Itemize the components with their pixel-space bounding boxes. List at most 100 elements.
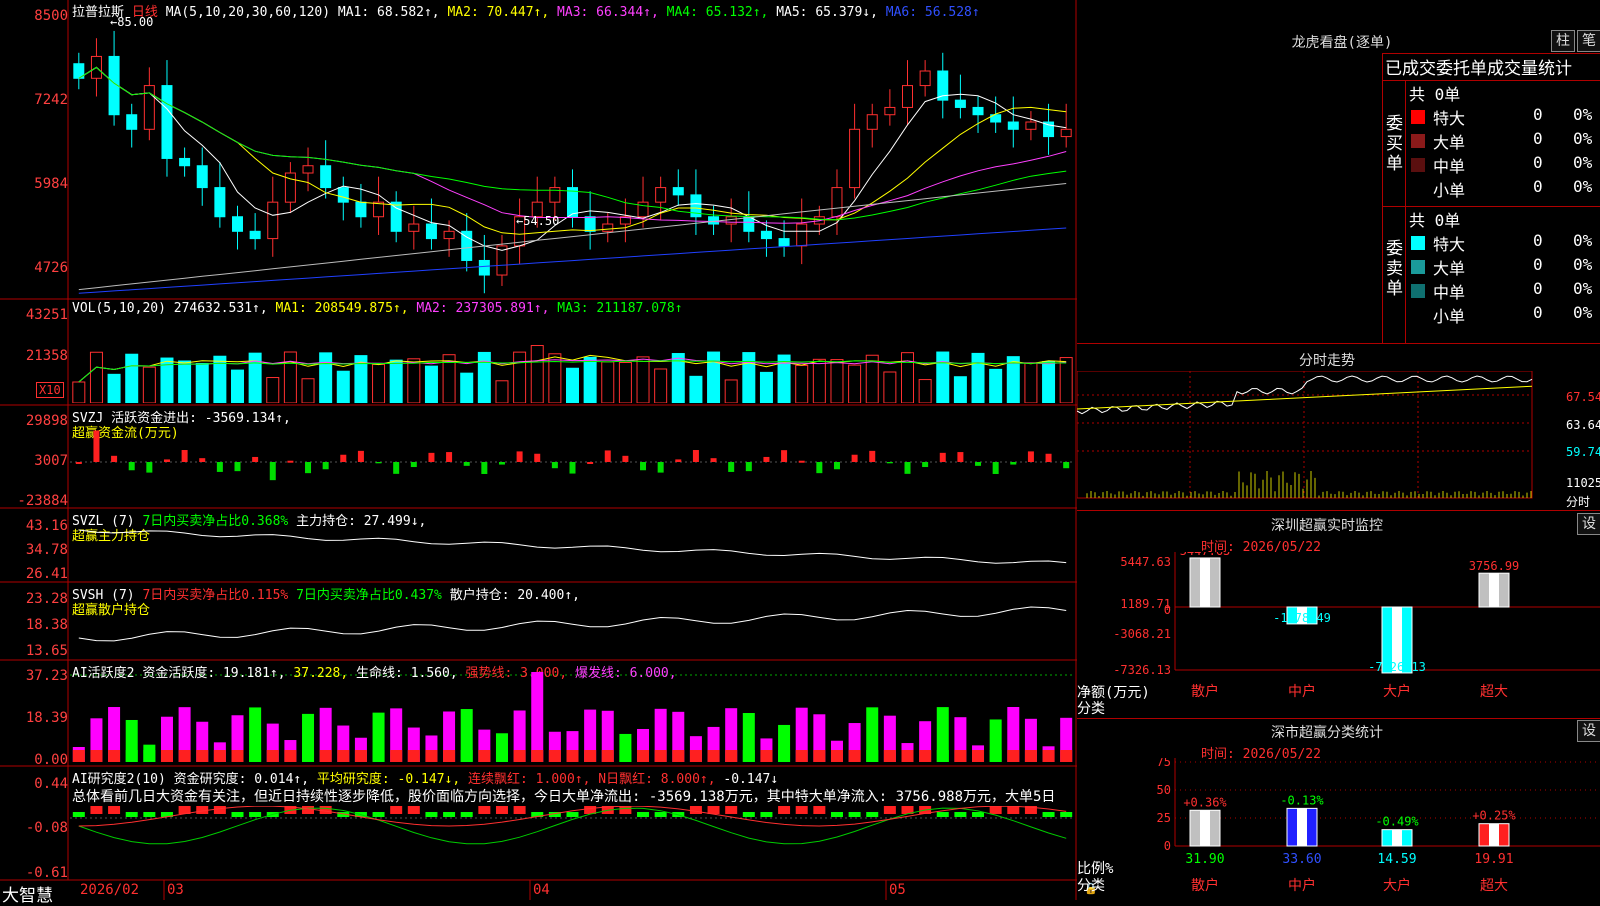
life-bar — [143, 750, 156, 762]
monitor-cat: 散户 — [1191, 683, 1219, 700]
research-bar — [372, 812, 385, 817]
flow-bar — [375, 462, 382, 464]
research-bar — [1042, 812, 1055, 817]
volume-bar — [689, 375, 703, 403]
level-swatch — [1411, 260, 1425, 274]
ratio-value: 33.60 — [1282, 852, 1321, 867]
life-bar — [795, 750, 808, 762]
main-chart-panel[interactable]: 拉普拉斯 日线 MA(5,10,20,30,60,120) MA1: 68.58… — [0, 0, 1098, 906]
life-bar — [108, 750, 121, 762]
life-bar — [407, 750, 420, 762]
ai2-tick-1: 18.39 — [25, 710, 68, 726]
volume-bar — [283, 351, 297, 403]
candle-body — [919, 70, 931, 87]
life-bar — [249, 750, 262, 762]
candle-body — [778, 238, 790, 247]
volume-bar — [1024, 362, 1038, 403]
right-panel: 龙虎看盘(逐单) 柱 笔 已成交委托单成交量统计 委买单 委卖单 共 0单 共 … — [1077, 0, 1600, 900]
level-pct: 0% — [1573, 177, 1593, 196]
volume-bar — [530, 345, 544, 403]
volume-bar — [601, 361, 615, 403]
volume-bar — [971, 352, 985, 403]
intraday-chart[interactable] — [1077, 371, 1600, 509]
monitor-cat: 大户 — [1383, 683, 1411, 700]
level-name: 特大 — [1433, 235, 1466, 254]
monitor-tick: 5447.63 — [1120, 555, 1171, 569]
research-bar — [654, 812, 667, 817]
life-bar — [531, 750, 544, 762]
level-count: 0 — [1533, 105, 1543, 124]
ma120-line — [78, 227, 1067, 294]
activity-chart — [72, 672, 1073, 762]
level-swatch — [1411, 284, 1425, 298]
candle-body — [708, 216, 720, 225]
flow-bar — [463, 462, 470, 466]
candle-body — [355, 201, 367, 218]
flow-bar — [93, 430, 100, 462]
level-name: 小单 — [1433, 307, 1466, 326]
level-pct: 0% — [1573, 129, 1593, 148]
price-tick-2: 5984 — [34, 176, 68, 192]
price-tick-3: 4726 — [34, 260, 68, 276]
sell-total: 共 0单 — [1409, 211, 1461, 230]
life-bar — [1042, 750, 1055, 762]
capital-flow-chart — [75, 430, 1070, 481]
volume-bar — [424, 365, 438, 403]
candle-body — [902, 85, 913, 108]
level-name: 小单 — [1433, 181, 1466, 200]
brand-logo[interactable]: 大智慧 — [2, 881, 53, 906]
lhb-table: 已成交委托单成交量统计 委买单 委卖单 共 0单 共 0单 特大 0 0% 大单 0 0%… — [1382, 53, 1600, 344]
bar-mode-button[interactable]: 柱 — [1551, 30, 1575, 52]
volume-bar — [795, 364, 809, 403]
life-bar — [919, 750, 932, 762]
flow-bar — [146, 462, 153, 473]
level-name: 特大 — [1433, 109, 1466, 128]
life-bar — [1007, 750, 1020, 762]
candle-body — [196, 165, 208, 189]
volume-bar — [830, 359, 844, 403]
date-label-0: 2026/02 — [80, 882, 140, 898]
life-bar — [760, 750, 773, 762]
net-value: -1878.49 — [1273, 611, 1331, 625]
volume-bar — [618, 362, 632, 403]
price-tick-0: 8500 — [34, 8, 68, 24]
net-bar-shine — [1489, 573, 1499, 607]
ratio-value: 31.90 — [1185, 852, 1224, 867]
life-bar — [354, 750, 367, 762]
tick-mode-button[interactable]: 笔 — [1577, 30, 1600, 52]
candle-body — [337, 187, 349, 203]
ratio-change: +0.36% — [1183, 795, 1227, 809]
life-bar — [390, 750, 403, 762]
life-bar — [460, 750, 473, 762]
candlestick-chart[interactable] — [70, 20, 1075, 295]
candle-body — [760, 230, 772, 240]
ratio-bar-shine — [1297, 808, 1307, 846]
research-bar — [848, 812, 861, 817]
flow-bar — [833, 462, 840, 470]
flow-bar — [781, 450, 788, 462]
volume-bar — [301, 378, 315, 403]
level-name: 中单 — [1433, 157, 1466, 176]
classify-settings-button[interactable]: 设 — [1577, 720, 1600, 742]
level-name: 中单 — [1433, 283, 1466, 302]
vol-legend: VOL(5,10,20) 274632.531↑, MA1: 208549.87… — [72, 301, 683, 316]
life-bar — [707, 750, 720, 762]
vol-unit-badge[interactable]: X10 — [36, 382, 64, 398]
candle-body — [179, 157, 191, 167]
monitor-tick: -7326.13 — [1113, 663, 1171, 677]
level-swatch — [1411, 110, 1425, 124]
research-bar — [407, 806, 420, 814]
ratio-bar-shine — [1392, 829, 1402, 846]
ratio-value: 19.91 — [1474, 852, 1513, 867]
ai2-tick-2: 0.00 — [34, 752, 68, 768]
level-pct: 0% — [1573, 231, 1593, 250]
volume-bar — [407, 358, 421, 403]
lhb-header: 已成交委托单成交量统计 — [1385, 59, 1572, 79]
candle-body — [849, 128, 861, 189]
net-value: 5447.63 — [1180, 552, 1231, 558]
life-bar — [284, 750, 297, 762]
monitor-settings-button[interactable]: 设 — [1577, 513, 1600, 535]
fs-tick-2: 59.74 — [1566, 445, 1600, 459]
research-bar — [637, 812, 650, 817]
ratio-bar-shine — [1200, 810, 1210, 846]
